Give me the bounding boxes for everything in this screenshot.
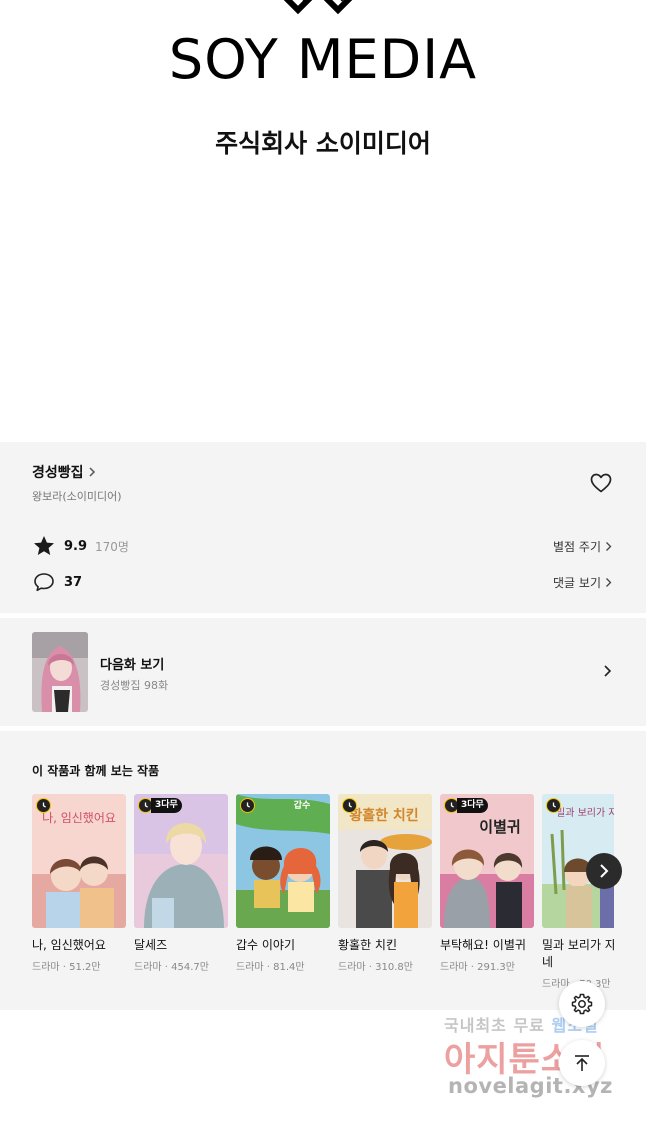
logo-text: SOY MEDIA xyxy=(168,28,478,91)
next-episode-thumbnail xyxy=(32,632,88,712)
cover-title-text: 이별귀 xyxy=(479,818,520,836)
company-name: 주식회사 소이미디어 xyxy=(215,129,431,158)
wait-free-badge xyxy=(240,798,255,813)
view-comments-button[interactable]: 댓글 보기 xyxy=(553,574,612,591)
wait-free-label: 3다무 xyxy=(151,798,182,813)
scroll-to-top-button[interactable] xyxy=(559,1040,605,1086)
star-icon xyxy=(34,536,54,555)
recommendation-card[interactable]: 황홀한 치킨 황홀한 치킨 드라마 · 310.8만 xyxy=(338,794,432,973)
card-meta: 드라마 · 51.2만 xyxy=(32,962,101,973)
chevron-right-icon xyxy=(606,578,612,587)
author-name: 왕보라(소이미디어) xyxy=(32,490,122,503)
comment-stat: 37 xyxy=(32,570,82,594)
work-title-link[interactable]: 경성빵집 xyxy=(32,462,96,482)
chevron-right-icon xyxy=(89,467,95,477)
cover-image: 3다무 xyxy=(134,794,228,928)
rate-button-label: 별점 주기 xyxy=(553,540,601,554)
recommendation-section: 이 작품과 함께 보는 작품 나, 임신했어요 나, 임신했어요 드라마 · 5… xyxy=(0,731,646,1010)
publisher-banner: SOY MEDIA 주식회사 소이미디어 xyxy=(0,0,646,440)
wait-free-label: 3다무 xyxy=(457,798,488,813)
view-comments-label: 댓글 보기 xyxy=(553,576,601,590)
cover-title-text: 황홀한 치킨 xyxy=(349,807,418,824)
cover-image: 이별귀 3다무 xyxy=(440,794,534,928)
card-title: 부탁해요! 이별귀 xyxy=(440,938,526,952)
recommendation-heading: 이 작품과 함께 보는 작품 xyxy=(32,764,160,778)
carousel-next-button[interactable] xyxy=(586,853,622,889)
wait-free-badge: 3다무 xyxy=(138,798,182,813)
cover-image: 황홀한 치킨 xyxy=(338,794,432,928)
recommendation-card[interactable]: 밀과 보리가 자라네 밀과 보리가 자라네 드라마 · 70.3만 xyxy=(542,794,614,990)
card-title: 달세즈 xyxy=(134,938,168,952)
card-meta: 드라마 · 310.8만 xyxy=(338,962,413,973)
soy-media-logo-mark xyxy=(283,0,353,15)
chevron-right-icon xyxy=(604,665,612,677)
rating-value: 9.9 xyxy=(64,538,88,554)
cover-image: 나, 임신했어요 xyxy=(32,794,126,928)
rate-button[interactable]: 별점 주기 xyxy=(553,538,612,555)
card-title: 갑수 이야기 xyxy=(236,938,296,952)
wait-free-badge: 3다무 xyxy=(444,798,488,813)
watermark-line1: 국내최초 무료 xyxy=(444,1016,545,1035)
rating-count: 170명 xyxy=(95,539,129,554)
clock-icon xyxy=(240,798,255,813)
wait-free-badge xyxy=(342,798,357,813)
next-episode-row[interactable]: 다음화 보기 경성빵집 98화 xyxy=(0,618,646,726)
card-meta: 드라마 · 81.4만 xyxy=(236,962,305,973)
clock-icon xyxy=(342,798,357,813)
next-episode-subtitle: 경성빵집 98화 xyxy=(100,679,169,692)
recommendation-card[interactable]: 갑수 갑수 이야기 드라마 · 81.4만 xyxy=(236,794,330,973)
cover-title-text: 갑수 xyxy=(294,799,311,811)
chevron-right-icon xyxy=(606,542,612,551)
cover-image: 갑수 xyxy=(236,794,330,928)
comment-count: 37 xyxy=(64,574,83,590)
card-title: 나, 임신했어요 xyxy=(32,938,106,952)
gear-icon xyxy=(571,993,593,1015)
viewer-settings-button[interactable] xyxy=(559,981,605,1027)
clock-icon xyxy=(546,798,561,813)
cover-title-text: 나, 임신했어요 xyxy=(42,811,116,825)
card-meta: 드라마 · 454.7만 xyxy=(134,962,209,973)
comment-bubble-icon xyxy=(34,573,54,592)
work-title: 경성빵집 xyxy=(32,465,84,481)
recommendation-carousel[interactable]: 나, 임신했어요 나, 임신했어요 드라마 · 51.2만 3다무 달세즈 드라… xyxy=(32,794,614,1004)
work-info-section: 경성빵집 왕보라(소이미디어) 9.9 170명 별점 주기 37 댓글 보기 xyxy=(0,442,646,613)
wait-free-badge xyxy=(36,798,51,813)
chevron-right-icon xyxy=(600,864,609,878)
recommendation-card[interactable]: 나, 임신했어요 나, 임신했어요 드라마 · 51.2만 xyxy=(32,794,126,973)
heart-icon[interactable] xyxy=(589,471,613,495)
next-episode-label: 다음화 보기 xyxy=(100,658,165,673)
clock-icon xyxy=(36,798,51,813)
recommendation-card[interactable]: 3다무 달세즈 드라마 · 454.7만 xyxy=(134,794,228,973)
cover-title-text: 밀과 보리가 자라네 xyxy=(556,807,614,819)
recommendation-card[interactable]: 이별귀 3다무 부탁해요! 이별귀 드라마 · 291.3만 xyxy=(440,794,534,973)
card-meta: 드라마 · 291.3만 xyxy=(440,962,515,973)
arrow-up-icon xyxy=(575,1055,589,1071)
wait-free-badge xyxy=(546,798,561,813)
card-title: 밀과 보리가 자라네 xyxy=(542,938,614,969)
rating-stat: 9.9 170명 xyxy=(32,534,129,558)
card-title: 황홀한 치킨 xyxy=(338,938,398,952)
